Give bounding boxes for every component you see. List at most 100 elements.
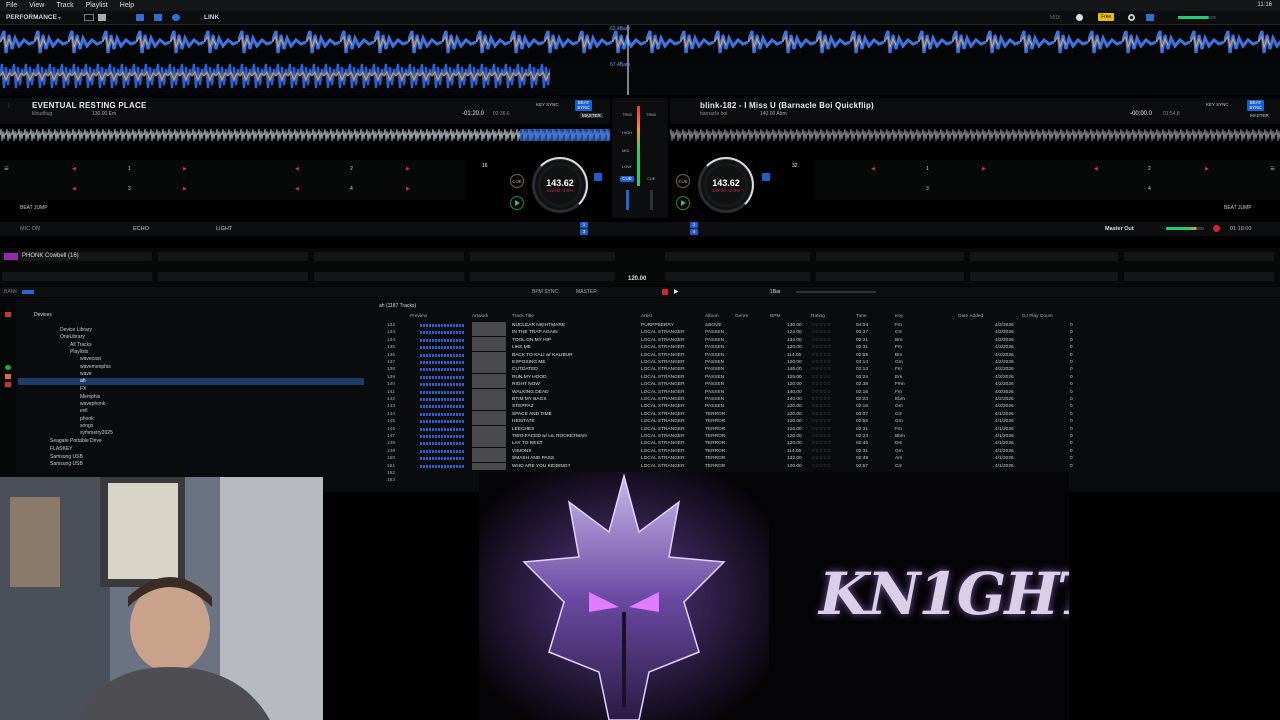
table-row[interactable]: ☆☆☆☆☆ 135 LIKE ME LOCAL STRANGER PASSEN 120.0… <box>375 344 1075 352</box>
deck2-play-button[interactable] <box>676 196 690 210</box>
col-preview[interactable]: Preview <box>410 314 427 319</box>
preview-waveform[interactable] <box>420 464 464 468</box>
channel-fader-2[interactable] <box>650 190 653 210</box>
deck1-master[interactable]: MASTER <box>580 113 603 118</box>
tree-samsung-usb-2[interactable]: Samsung USB <box>50 461 83 467</box>
table-row[interactable]: ☆☆☆☆☆ 144 SPACE AND TIME LOCAL STRANGER TERR… <box>375 410 1075 418</box>
table-row[interactable]: ☆☆☆☆☆ 149 VISIONS LOCAL STRANGER TERROR 114.0… <box>375 447 1075 455</box>
rating-stars[interactable]: ☆☆☆☆☆ <box>811 396 831 403</box>
deck1-cue-button[interactable]: CUE <box>510 174 524 188</box>
table-row[interactable]: ☆☆☆☆☆ 136 BACK TO KALI w/ KALIBUR LOCAL STR… <box>375 351 1075 359</box>
sampler-slot-8[interactable] <box>1124 252 1274 261</box>
overview-waveforms[interactable]: 63.4Bars 67.4Bars <box>0 25 1280 95</box>
sampler-slot-10[interactable] <box>158 272 308 281</box>
fx-beat-3[interactable]: 3 <box>580 229 588 235</box>
col-dj-play-count[interactable]: DJ Play Count <box>1022 314 1053 319</box>
deck1-waveform[interactable] <box>0 124 610 146</box>
deck2-loop-size[interactable]: 32 <box>792 163 798 169</box>
sidebar-icon-red[interactable] <box>5 312 11 317</box>
sidebar-icon-red-2[interactable] <box>5 382 11 387</box>
preview-waveform[interactable] <box>420 375 464 379</box>
tree-flaskey[interactable]: FLASKEY <box>50 446 73 452</box>
col-time[interactable]: Time <box>856 314 866 319</box>
table-row[interactable]: ☆☆☆☆☆ 142 BTIM MY BAGS LOCAL STRANGER PASSEN… <box>375 396 1075 403</box>
table-row[interactable]: ☆☆☆☆☆ 140 RIGHT NOW LOCAL STRANGER PASSEN 120… <box>375 381 1075 389</box>
tree-selected-row[interactable] <box>18 378 364 385</box>
deck2-jog-wheel[interactable]: 143.62 140.00 +2.6% <box>698 157 754 213</box>
rating-stars[interactable]: ☆☆☆☆☆ <box>811 418 831 425</box>
preview-waveform[interactable] <box>420 324 464 327</box>
rating-stars[interactable]: ☆☆☆☆☆ <box>811 322 831 329</box>
preview-waveform[interactable] <box>420 449 464 453</box>
play-icon[interactable]: ▶ <box>674 288 679 295</box>
tree-playlist-wavemenphis[interactable]: wavemenphis <box>80 364 111 370</box>
deck1-hotcue-1[interactable]: 1 <box>128 166 131 172</box>
tree-playlist-wavephonk[interactable]: wavephonk <box>80 401 105 407</box>
view-icon-2[interactable] <box>154 14 162 21</box>
table-row[interactable]: ☆☆☆☆☆ 137 EXPOSING ME LOCAL STRANGER PASSEN 1… <box>375 359 1075 366</box>
tree-all-tracks[interactable]: All Tracks <box>70 342 92 348</box>
user-icon[interactable] <box>1076 14 1083 21</box>
layout-icon[interactable] <box>84 14 94 21</box>
menu-view[interactable]: View <box>23 2 50 9</box>
table-row[interactable]: ☆☆☆☆☆ 139 RUN MY HOOD LOCAL STRANGER PASSEN 1… <box>375 373 1075 381</box>
tree-playlist-ah[interactable]: ah <box>80 378 86 384</box>
sampler-slot-5[interactable] <box>665 252 810 261</box>
bpm-sync-button[interactable]: BPM SYNC <box>532 289 558 295</box>
fx-echo-select[interactable]: ECHO <box>133 226 149 232</box>
sampler-slot-6[interactable] <box>816 252 964 261</box>
deck1-beat-jump[interactable]: BEAT JUMP <box>20 205 48 211</box>
deck2-pad-menu-icon[interactable]: ≡ <box>1270 164 1275 173</box>
tree-playlists[interactable]: Playlists <box>70 349 88 355</box>
sidebar-icon-orange[interactable] <box>5 374 11 379</box>
col-album[interactable]: Album <box>705 314 719 319</box>
rating-stars[interactable]: ☆☆☆☆☆ <box>811 389 831 396</box>
preview-waveform[interactable] <box>420 331 464 335</box>
sampler-slot-4[interactable] <box>470 252 615 261</box>
col-date-added[interactable]: Date Added <box>958 314 983 319</box>
table-row[interactable]: ☆☆☆☆☆ 146 LEECHES LOCAL STRANGER TERROR 126.0… <box>375 425 1075 433</box>
rating-stars[interactable]: ☆☆☆☆☆ <box>811 433 831 440</box>
tree-playlist-songs[interactable]: songs <box>80 423 93 429</box>
record-button[interactable] <box>1213 225 1220 232</box>
fx-beat-4[interactable]: 4 <box>690 229 698 235</box>
settings-icon[interactable] <box>1128 14 1135 21</box>
rating-stars[interactable]: ☆☆☆☆☆ <box>811 403 831 410</box>
menu-help[interactable]: Help <box>114 2 140 9</box>
channel-fader-1[interactable] <box>626 190 629 210</box>
table-row[interactable]: ☆☆☆☆☆ 132 NUCLEAR NIGHTMARE PURPPBERRY ABOVE… <box>375 322 1075 329</box>
deck2-waveform[interactable] <box>670 124 1280 146</box>
deck2-hotcue-1[interactable]: 1 <box>926 166 929 172</box>
tree-devices[interactable]: Devices <box>34 312 52 318</box>
preview-waveform[interactable] <box>420 412 464 416</box>
col-rating[interactable]: Rating <box>811 314 825 319</box>
deck1-jog-wheel[interactable]: 143.62 140.00 -2.0% <box>532 157 588 213</box>
rating-stars[interactable]: ☆☆☆☆☆ <box>811 440 831 447</box>
rating-stars[interactable]: ☆☆☆☆☆ <box>811 374 831 381</box>
table-row[interactable]: ☆☆☆☆☆ 138 CUTDATED LOCAL STRANGER PASSEN 146.… <box>375 366 1075 374</box>
fx-beat-1[interactable]: 1 <box>580 222 588 228</box>
deck1-beat-sync[interactable]: BEAT SYNC <box>575 100 592 111</box>
deck1-menu-icon[interactable]: ⋮ <box>6 102 12 109</box>
table-row[interactable]: ☆☆☆☆☆ 145 HESITATE LOCAL STRANGER TERROR 120.… <box>375 418 1075 426</box>
rating-stars[interactable]: ☆☆☆☆☆ <box>811 463 831 470</box>
sampler-slot-11[interactable] <box>314 272 464 281</box>
stop-icon[interactable] <box>662 289 668 295</box>
sampler-slot-7[interactable] <box>970 252 1118 261</box>
tree-playlist-wave[interactable]: wave <box>80 371 92 377</box>
preview-waveform[interactable] <box>420 346 464 350</box>
preview-waveform[interactable] <box>420 427 464 431</box>
table-row[interactable]: ☆☆☆☆☆ 141 WALKING DEAD LOCAL STRANGER PASSEN… <box>375 388 1075 396</box>
deck1-play-button[interactable] <box>510 196 524 210</box>
mixer-cue-2[interactable]: CUE <box>647 176 655 181</box>
tree-playlist-phonk[interactable]: phonk <box>80 416 94 422</box>
browser-master-button[interactable]: MASTER <box>576 289 597 295</box>
deck2-cue-button[interactable]: CUE <box>676 174 690 188</box>
preview-waveform[interactable] <box>420 442 464 446</box>
tree-onelibrary[interactable]: OneLibrary <box>60 334 85 340</box>
preview-waveform[interactable] <box>420 398 464 401</box>
menu-playlist[interactable]: Playlist <box>80 2 114 9</box>
deck1-hotcue-2[interactable]: 2 <box>350 166 353 172</box>
rating-stars[interactable]: ☆☆☆☆☆ <box>811 366 831 373</box>
midi-button[interactable]: MIDI <box>1050 15 1061 21</box>
